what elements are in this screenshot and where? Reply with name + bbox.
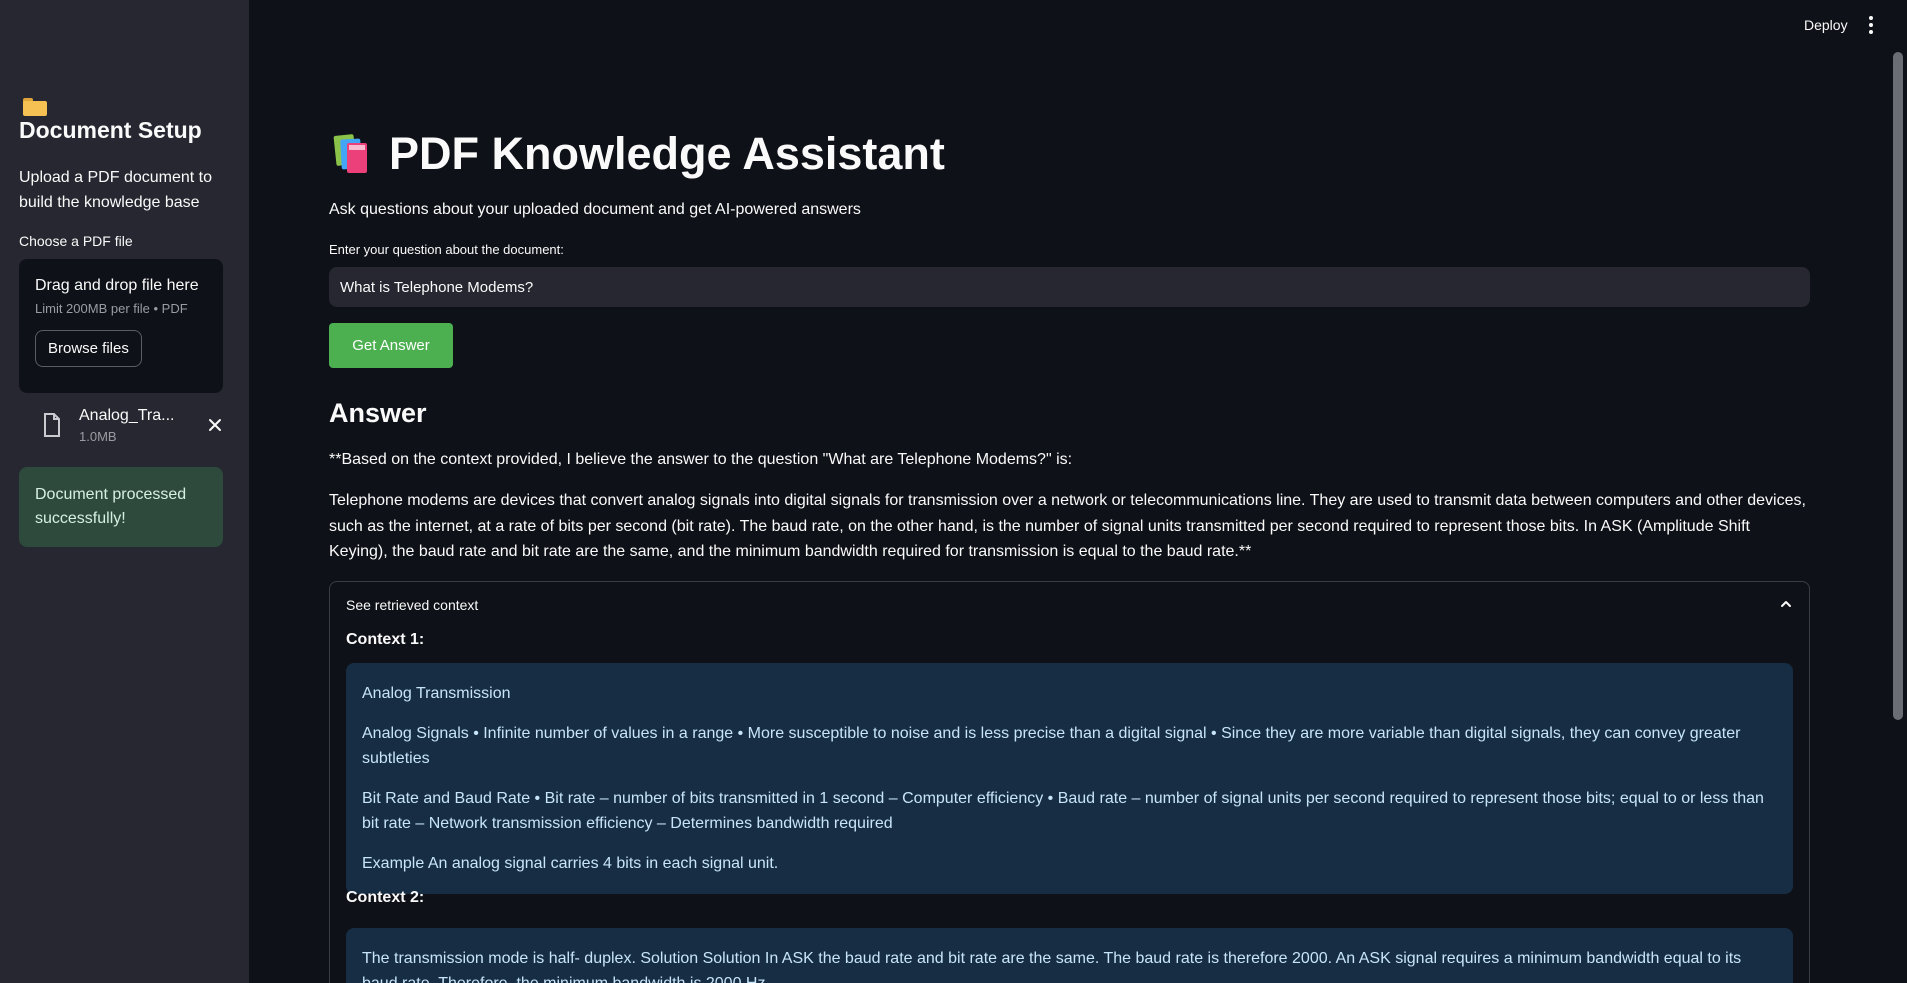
question-label: Enter your question about the document: [329, 242, 564, 257]
context-expander: See retrieved context Context 1: Analog … [329, 581, 1810, 983]
context-paragraph: Analog Signals • Infinite number of valu… [362, 725, 1741, 767]
context-box: The transmission mode is half- duplex. S… [346, 928, 1793, 983]
uploader-label: Choose a PDF file [19, 233, 133, 249]
context-box: Analog Transmission Analog Signals • Inf… [346, 663, 1793, 894]
sidebar-title-text: Document Setup [19, 117, 202, 143]
file-icon [43, 413, 61, 437]
question-input[interactable] [329, 267, 1810, 307]
answer-text: Telephone modems are devices that conver… [329, 492, 1806, 560]
answer-heading: Answer [329, 398, 427, 428]
context-label: Context 2: [346, 889, 425, 906]
success-alert: Document processed successfully! [19, 467, 223, 547]
app-root: Document Setup Upload a PDF document to … [0, 0, 1907, 983]
sidebar-title: Document Setup [19, 92, 230, 145]
file-size: 1.0MB [79, 428, 117, 444]
page-subtitle: Ask questions about your uploaded docume… [329, 201, 861, 218]
answer-intro: **Based on the context provided, I belie… [329, 451, 1073, 468]
page-title-text: PDF Knowledge Assistant [389, 128, 945, 179]
close-icon[interactable] [205, 415, 225, 435]
file-name: Analog_Tra... [79, 406, 175, 424]
page-title: PDF Knowledge Assistant [329, 128, 945, 180]
kebab-menu-icon[interactable] [1866, 16, 1876, 36]
expander-header[interactable]: See retrieved context [330, 582, 1809, 628]
context-paragraph: Example An analog signal carries 4 bits … [362, 855, 779, 872]
sidebar-description: Upload a PDF document to build the knowl… [19, 169, 212, 211]
browse-files-button[interactable]: Browse files [35, 330, 142, 367]
dropzone-limit: Limit 200MB per file • PDF [35, 301, 188, 316]
deploy-button[interactable]: Deploy [1804, 17, 1848, 33]
books-icon [329, 131, 375, 177]
context-label: Context 1: [346, 631, 425, 648]
folder-icon [23, 98, 47, 116]
expander-label: See retrieved context [346, 597, 479, 613]
file-meta: Analog_Tra... 1.0MB [79, 407, 175, 444]
scrollbar-thumb[interactable] [1893, 52, 1903, 720]
uploaded-file: Analog_Tra... 1.0MB [19, 405, 230, 445]
sidebar: Document Setup Upload a PDF document to … [0, 0, 249, 983]
file-dropzone[interactable]: Drag and drop file here Limit 200MB per … [19, 259, 223, 393]
context-paragraph: Bit Rate and Baud Rate • Bit rate – numb… [362, 790, 1764, 832]
context-paragraph: The transmission mode is half- duplex. S… [362, 950, 1742, 983]
get-answer-button[interactable]: Get Answer [329, 323, 453, 368]
dropzone-title: Drag and drop file here [35, 277, 199, 294]
chevron-up-icon[interactable] [1779, 597, 1793, 614]
context-paragraph: Analog Transmission [362, 685, 511, 702]
